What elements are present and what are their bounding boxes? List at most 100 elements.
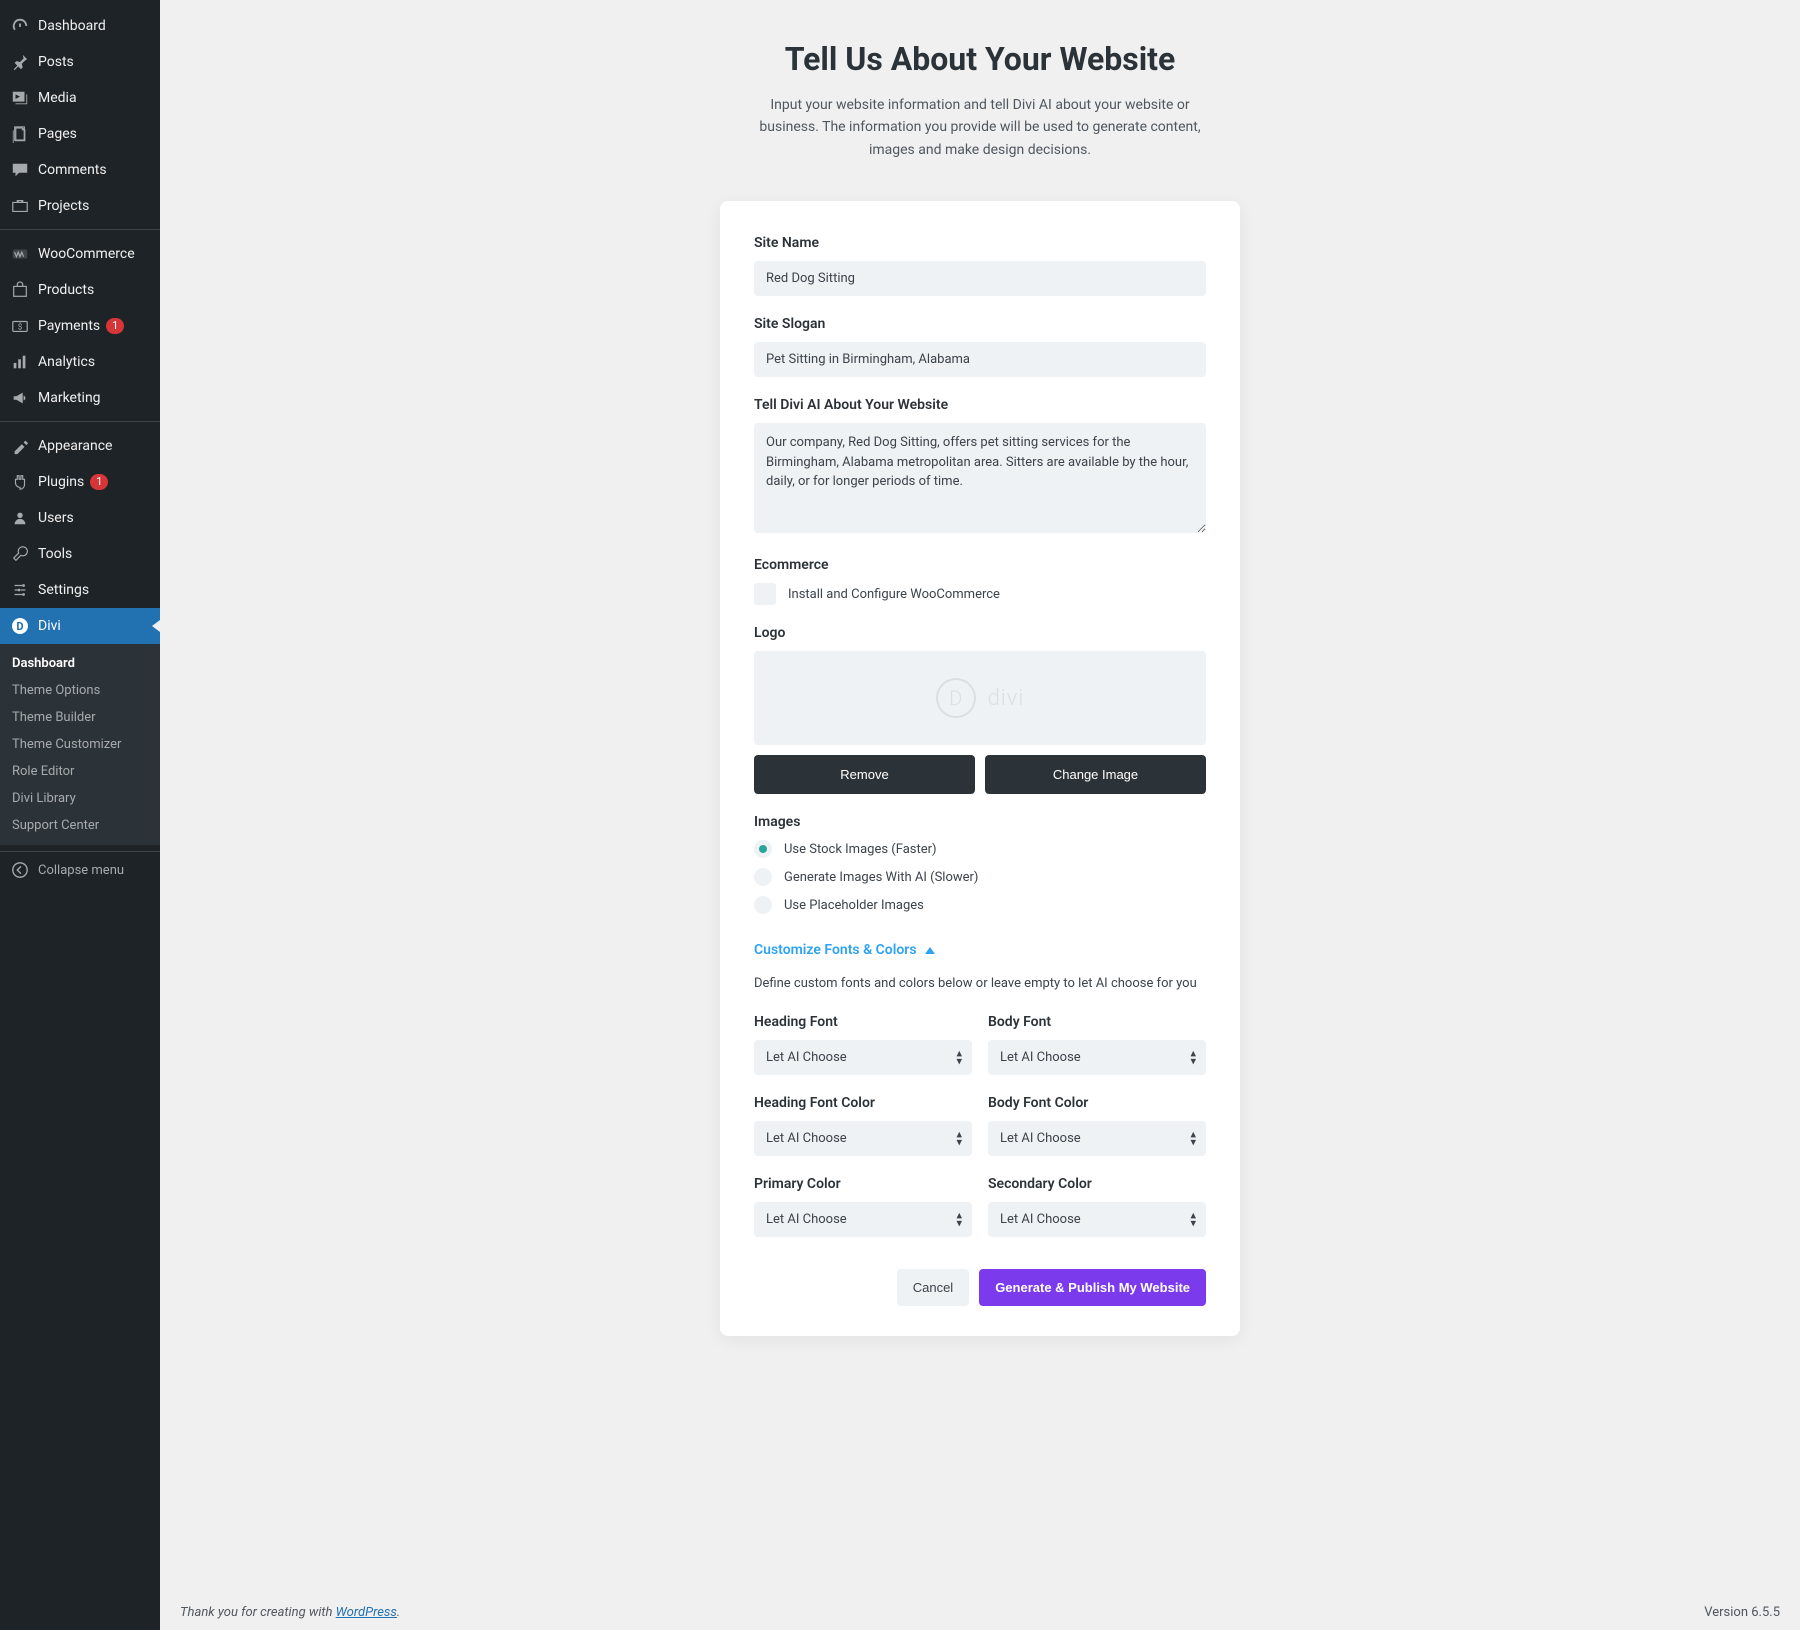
admin-footer: Thank you for creating with WordPress. V… (160, 1595, 1800, 1630)
body-font-select[interactable]: Let AI Choose (988, 1040, 1206, 1075)
media-icon (10, 88, 30, 108)
about-label: Tell Divi AI About Your Website (754, 397, 1206, 413)
appearance-icon (10, 436, 30, 456)
image-option-label: Generate Images With AI (Slower) (784, 870, 978, 885)
divi-icon: D (10, 616, 30, 636)
sidebar-item-users[interactable]: Users (0, 500, 160, 536)
select-label: Heading Font (754, 1014, 972, 1030)
submenu-item-role-editor[interactable]: Role Editor (0, 758, 160, 785)
generate-publish-button[interactable]: Generate & Publish My Website (979, 1269, 1206, 1306)
update-badge: 1 (106, 318, 124, 334)
collapse-label: Collapse menu (38, 863, 124, 878)
sidebar-item-label: Projects (38, 198, 89, 214)
sidebar-item-marketing[interactable]: Marketing (0, 380, 160, 416)
select-label: Body Font (988, 1014, 1206, 1030)
site-slogan-input[interactable] (754, 342, 1206, 377)
logo-preview: D divi (754, 651, 1206, 745)
sidebar-item-dashboard[interactable]: Dashboard (0, 8, 160, 44)
sidebar-item-label: Analytics (38, 354, 95, 370)
select-label: Primary Color (754, 1176, 972, 1192)
heading-font-select[interactable]: Let AI Choose (754, 1040, 972, 1075)
sidebar-item-settings[interactable]: Settings (0, 572, 160, 608)
submenu-item-divi-library[interactable]: Divi Library (0, 785, 160, 812)
image-option-label: Use Placeholder Images (784, 898, 924, 913)
sidebar-item-comments[interactable]: Comments (0, 152, 160, 188)
submenu-item-support-center[interactable]: Support Center (0, 812, 160, 839)
admin-sidebar: Dashboard Posts Media PagesComments Projects… (0, 0, 160, 1630)
sidebar-item-label: Tools (38, 546, 72, 562)
divi-logo-placeholder: D divi (936, 678, 1025, 718)
sidebar-item-label: Users (38, 510, 74, 526)
users-icon (10, 508, 30, 528)
submenu-item-theme-options[interactable]: Theme Options (0, 677, 160, 704)
site-slogan-label: Site Slogan (754, 316, 1206, 332)
sidebar-item-label: Divi (38, 618, 61, 634)
remove-logo-button[interactable]: Remove (754, 755, 975, 794)
ecommerce-label: Ecommerce (754, 557, 1206, 573)
image-option-radio-0[interactable] (754, 840, 772, 858)
page-icon (10, 124, 30, 144)
sidebar-item-woocommerce[interactable]: WooCommerce (0, 236, 160, 272)
wordpress-link[interactable]: WordPress (336, 1605, 397, 1620)
cancel-button[interactable]: Cancel (897, 1269, 969, 1306)
svg-text:$: $ (18, 322, 23, 332)
sidebar-item-appearance[interactable]: Appearance (0, 428, 160, 464)
about-textarea[interactable]: Our company, Red Dog Sitting, offers pet… (754, 423, 1206, 533)
site-name-label: Site Name (754, 235, 1206, 251)
footer-thanks: Thank you for creating with (180, 1605, 336, 1620)
marketing-icon (10, 388, 30, 408)
select-label: Heading Font Color (754, 1095, 972, 1111)
page-title: Tell Us About Your Website (630, 40, 1330, 78)
update-badge: 1 (90, 474, 108, 490)
sidebar-item-products[interactable]: Products (0, 272, 160, 308)
heading-font-color-select[interactable]: Let AI Choose (754, 1121, 972, 1156)
sidebar-item-label: Appearance (38, 438, 112, 454)
secondary-color-select[interactable]: Let AI Choose (988, 1202, 1206, 1237)
submenu-item-theme-builder[interactable]: Theme Builder (0, 704, 160, 731)
select-label: Secondary Color (988, 1176, 1206, 1192)
collapse-menu[interactable]: Collapse menu (0, 851, 160, 888)
sidebar-item-label: Marketing (38, 390, 101, 406)
analytics-icon (10, 352, 30, 372)
sidebar-item-label: Dashboard (38, 18, 106, 34)
image-option-radio-2[interactable] (754, 896, 772, 914)
sidebar-item-pages[interactable]: Pages (0, 116, 160, 152)
logo-label: Logo (754, 625, 1206, 641)
select-label: Body Font Color (988, 1095, 1206, 1111)
page-subtitle: Input your website information and tell … (740, 94, 1220, 161)
portfolio-icon (10, 196, 30, 216)
image-option-radio-1[interactable] (754, 868, 772, 886)
sidebar-item-analytics[interactable]: Analytics (0, 344, 160, 380)
sidebar-item-divi[interactable]: D Divi (0, 608, 160, 644)
sidebar-item-media[interactable]: Media (0, 80, 160, 116)
onboarding-card: Site Name Site Slogan Tell Divi AI About… (720, 201, 1240, 1336)
body-font-color-select[interactable]: Let AI Choose (988, 1121, 1206, 1156)
change-image-button[interactable]: Change Image (985, 755, 1206, 794)
image-option-label: Use Stock Images (Faster) (784, 842, 937, 857)
product-icon (10, 280, 30, 300)
sidebar-item-label: Media (38, 90, 77, 106)
sidebar-item-label: Settings (38, 582, 89, 598)
page-header: Tell Us About Your Website Input your we… (630, 40, 1330, 161)
sidebar-item-label: Posts (38, 54, 74, 70)
sidebar-item-posts[interactable]: Posts (0, 44, 160, 80)
customize-help-text: Define custom fonts and colors below or … (754, 974, 1206, 994)
plugins-icon (10, 472, 30, 492)
sidebar-item-label: Plugins (38, 474, 84, 490)
sidebar-item-tools[interactable]: Tools (0, 536, 160, 572)
submenu-item-dashboard[interactable]: Dashboard (0, 650, 160, 677)
site-name-input[interactable] (754, 261, 1206, 296)
customize-fonts-colors-toggle[interactable]: Customize Fonts & Colors (754, 942, 935, 958)
sidebar-item-payments[interactable]: $ Payments 1 (0, 308, 160, 344)
woocommerce-checkbox[interactable] (754, 583, 776, 605)
comment-icon (10, 160, 30, 180)
wp-version: Version 6.5.5 (1704, 1605, 1780, 1620)
primary-color-select[interactable]: Let AI Choose (754, 1202, 972, 1237)
settings-icon (10, 580, 30, 600)
tools-icon (10, 544, 30, 564)
sidebar-item-label: Payments (38, 318, 100, 334)
sidebar-item-plugins[interactable]: Plugins 1 (0, 464, 160, 500)
submenu-item-theme-customizer[interactable]: Theme Customizer (0, 731, 160, 758)
sidebar-item-projects[interactable]: Projects (0, 188, 160, 224)
sidebar-item-label: Products (38, 282, 94, 298)
